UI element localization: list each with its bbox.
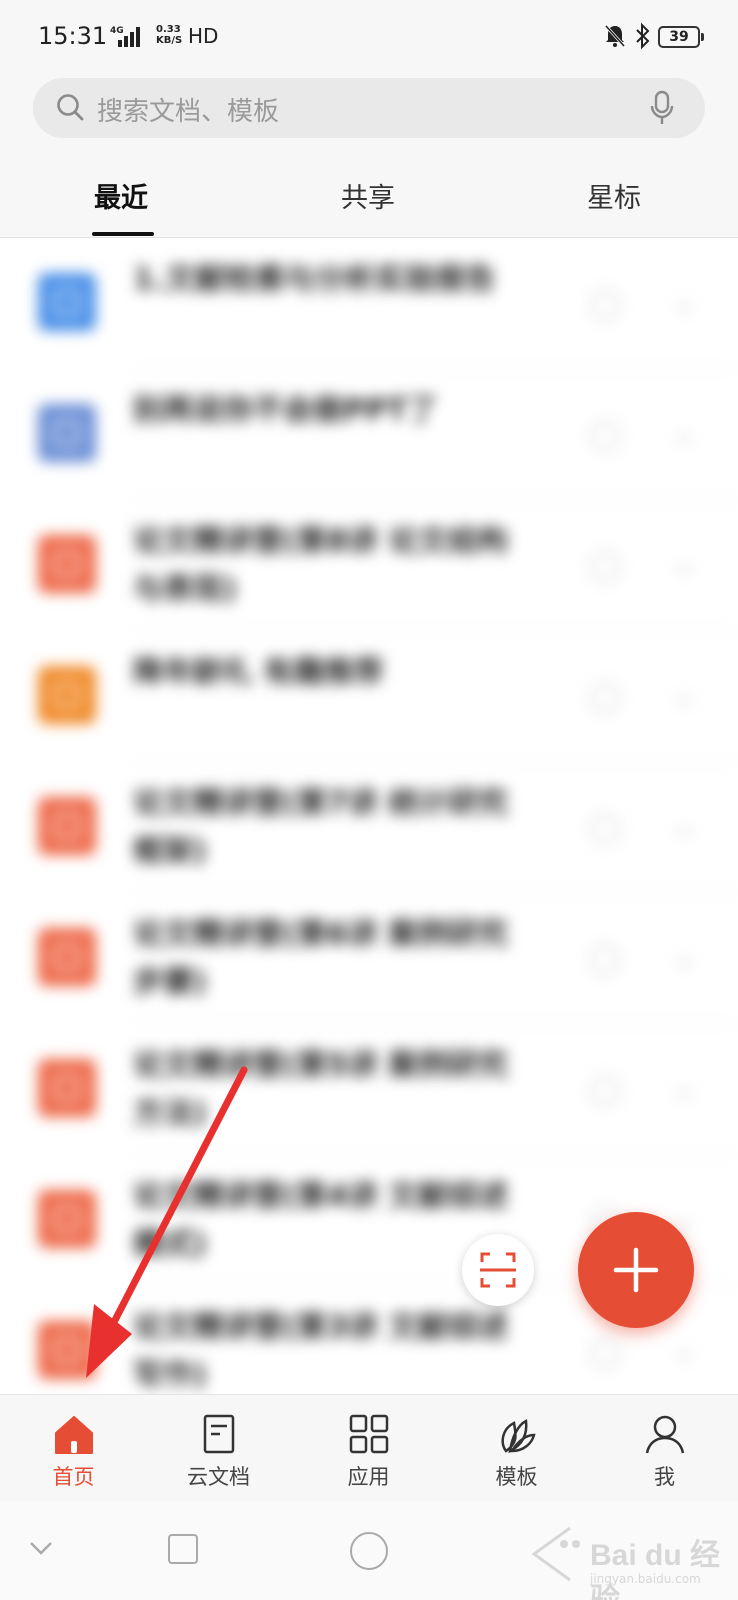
- more-options-icon[interactable]: [675, 1212, 693, 1230]
- bluetooth-icon: [636, 22, 650, 50]
- nav-templates-label: 模板: [495, 1465, 538, 1489]
- nav-home-label: 首页: [52, 1465, 95, 1489]
- file-type-icon: [38, 1059, 96, 1117]
- search-placeholder: 搜索文档、模板: [97, 97, 280, 127]
- home-button[interactable]: [350, 1532, 388, 1570]
- more-options-icon[interactable]: [675, 295, 693, 313]
- search-icon: [57, 94, 84, 121]
- profile-icon: [645, 1415, 684, 1454]
- star-icon[interactable]: [590, 683, 620, 713]
- tab-recent[interactable]: 最近: [94, 176, 148, 215]
- star-icon[interactable]: [590, 1076, 620, 1106]
- mute-bell-icon: [604, 24, 626, 48]
- tab-shared[interactable]: 共享: [341, 176, 395, 215]
- plus-icon: [613, 1247, 659, 1293]
- file-title: 1.文献检索与分析实验报告: [133, 262, 496, 297]
- more-options-icon[interactable]: [675, 557, 693, 575]
- file-title: 论文精讲营(第7讲 统计研究框架): [133, 786, 509, 869]
- cloud-doc-icon: [203, 1414, 234, 1454]
- nav-apps[interactable]: 应用: [295, 1395, 442, 1503]
- baidu-paw-logo: [531, 1526, 580, 1582]
- system-navigation-bar: Bai du 经验 jingyan.baidu.com: [0, 1502, 738, 1600]
- apps-icon: [349, 1414, 388, 1454]
- network-type: 4G: [110, 26, 124, 36]
- star-icon[interactable]: [590, 945, 620, 975]
- nav-home[interactable]: 首页: [0, 1395, 147, 1503]
- tab-starred[interactable]: 星标: [587, 176, 641, 215]
- file-title: 论文精讲营(第8讲 论文结构与表现): [133, 524, 509, 607]
- signal-icon: 4G: [110, 26, 140, 47]
- watermark-url: jingyan.baidu.com: [590, 1572, 701, 1586]
- nav-templates[interactable]: 模板: [443, 1395, 590, 1503]
- header: 搜索文档、模板 最近 共享 星标: [0, 72, 738, 238]
- scan-icon: [480, 1252, 516, 1288]
- nav-me-label: 我: [654, 1465, 675, 1489]
- more-options-icon[interactable]: [675, 950, 693, 968]
- file-row[interactable]: 论文精讲营(第6讲 案例研究步骤): [0, 893, 738, 1024]
- file-type-icon: [38, 666, 96, 724]
- file-type-icon: [38, 928, 96, 986]
- scan-button[interactable]: [462, 1234, 534, 1306]
- file-type-icon: [38, 797, 96, 855]
- file-row[interactable]: 论文精讲营(第8讲 论文结构与表现): [0, 500, 738, 631]
- baidu-watermark: Bai du 经验 jingyan.baidu.com: [530, 1520, 730, 1600]
- add-new-button[interactable]: [578, 1212, 694, 1328]
- nav-apps-label: 应用: [347, 1465, 390, 1489]
- tab-bar: 最近 共享 星标: [0, 168, 738, 238]
- network-speed: 0.33 KB/S: [156, 24, 183, 46]
- file-title: 论文精讲营(第6讲 案例研究步骤): [133, 917, 509, 1000]
- file-title: 别再说你不会做PPT了: [133, 393, 438, 428]
- file-type-icon: [38, 1190, 96, 1248]
- file-row[interactable]: 1.文献检索与分析实验报告: [0, 238, 738, 369]
- file-title: 降年龄礼 有趣推荐: [133, 655, 384, 690]
- nav-cloud-docs-label: 云文档: [187, 1465, 250, 1489]
- file-title: 论文精讲营(第5讲 案例研究方法): [133, 1048, 509, 1131]
- star-icon[interactable]: [590, 814, 620, 844]
- more-options-icon[interactable]: [675, 688, 693, 706]
- bottom-nav: 首页 云文档 应用 模板 我: [0, 1394, 738, 1502]
- tab-indicator: [92, 232, 154, 236]
- more-options-icon[interactable]: [675, 819, 693, 837]
- more-options-icon[interactable]: [675, 1081, 693, 1099]
- recent-apps-button[interactable]: [168, 1534, 198, 1564]
- file-row[interactable]: 降年龄礼 有趣推荐: [0, 631, 738, 762]
- nav-me[interactable]: 我: [591, 1395, 738, 1503]
- star-icon[interactable]: [590, 552, 620, 582]
- watermark-brand: Bai du 经验: [590, 1539, 721, 1600]
- file-row[interactable]: 论文精讲营(第5讲 案例研究方法): [0, 1024, 738, 1155]
- file-row[interactable]: 论文精讲营(第7讲 统计研究框架): [0, 762, 738, 893]
- star-icon[interactable]: [590, 421, 620, 451]
- nav-cloud-docs[interactable]: 云文档: [145, 1395, 292, 1503]
- chevron-down-icon[interactable]: [28, 1538, 54, 1558]
- search-bar[interactable]: 搜索文档、模板: [33, 78, 705, 138]
- home-icon: [54, 1416, 93, 1454]
- file-type-icon: [38, 1321, 96, 1379]
- star-icon[interactable]: [590, 1338, 620, 1368]
- more-options-icon[interactable]: [675, 1343, 693, 1361]
- file-type-icon: [38, 535, 96, 593]
- template-icon: [500, 1419, 536, 1454]
- battery-indicator: 39: [658, 26, 704, 48]
- hd-indicator: HD: [188, 24, 219, 48]
- status-time: 15:31: [38, 22, 108, 50]
- file-type-icon: [38, 273, 96, 331]
- star-icon[interactable]: [590, 290, 620, 320]
- file-type-icon: [38, 404, 96, 462]
- more-options-icon[interactable]: [675, 426, 693, 444]
- file-row[interactable]: 别再说你不会做PPT了: [0, 369, 738, 500]
- microphone-icon[interactable]: [649, 90, 675, 126]
- file-title: 论文精讲营(第3讲 文献综述写作): [133, 1310, 509, 1393]
- status-bar: 15:31 4G 0.33 KB/S HD 39: [0, 0, 738, 72]
